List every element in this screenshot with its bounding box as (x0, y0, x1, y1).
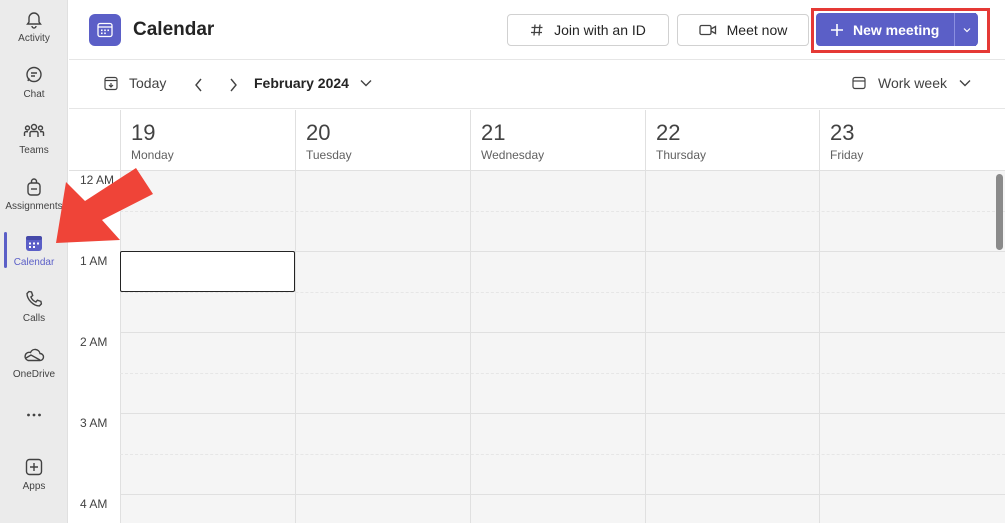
calendar-grid: 19 Monday 20 Tuesday 21 Wednesday 22 Thu… (69, 110, 1005, 523)
day-column-tuesday[interactable] (295, 171, 470, 523)
rail-label: Apps (22, 481, 46, 492)
day-name: Tuesday (306, 148, 352, 162)
hashtag-icon (530, 23, 544, 37)
day-header-friday[interactable]: 23 Friday (819, 110, 1005, 170)
meet-now-label: Meet now (726, 22, 788, 38)
rail-label: Calls (22, 313, 46, 324)
month-picker[interactable]: February 2024 (254, 75, 373, 91)
calendar-view-icon (851, 75, 867, 91)
day-header-wednesday[interactable]: 21 Wednesday (470, 110, 645, 170)
hour-line (120, 332, 1005, 333)
month-label: February 2024 (254, 75, 349, 91)
view-switcher[interactable]: Work week (851, 75, 972, 91)
app-rail: Activity Chat Teams Assignments Calendar… (0, 0, 68, 523)
chevron-right-icon (227, 77, 239, 93)
day-header-thursday[interactable]: 22 Thursday (645, 110, 819, 170)
day-name: Wednesday (481, 148, 545, 162)
bell-icon (23, 8, 45, 30)
day-column-wednesday[interactable] (470, 171, 645, 523)
cloud-icon (23, 344, 45, 366)
hour-line (120, 494, 1005, 495)
video-camera-icon (698, 23, 717, 37)
new-meeting-button[interactable]: New meeting (816, 13, 976, 46)
calendar-app-icon (89, 14, 121, 46)
rail-item-calendar[interactable]: Calendar (0, 224, 68, 280)
day-number: 20 (306, 120, 331, 145)
half-hour-line (120, 454, 1005, 455)
plus-icon (830, 23, 844, 37)
day-number: 22 (656, 120, 681, 145)
half-hour-line (120, 211, 1005, 212)
chevron-down-icon (359, 78, 373, 88)
day-name: Thursday (656, 148, 707, 162)
rail-item-apps[interactable]: Apps (0, 448, 68, 504)
chevron-down-icon (962, 21, 972, 39)
selected-time-slot[interactable] (120, 251, 295, 292)
new-meeting-dropdown[interactable] (954, 13, 978, 46)
calendar-today-icon (103, 75, 119, 91)
join-with-id-label: Join with an ID (554, 22, 646, 38)
rail-label: OneDrive (12, 369, 56, 380)
rail-item-teams[interactable]: Teams (0, 112, 68, 168)
previous-week-button[interactable] (193, 77, 205, 93)
day-number: 21 (481, 120, 506, 145)
time-label: 2 AM (80, 335, 108, 349)
time-label: 1 AM (80, 254, 108, 268)
rail-item-onedrive[interactable]: OneDrive (0, 336, 68, 392)
half-hour-line (120, 292, 1005, 293)
rail-item-activity[interactable]: Activity (0, 0, 68, 56)
time-grid: 12 AM 1 AM 2 AM 3 AM 4 AM (69, 170, 1005, 523)
chevron-left-icon (193, 77, 205, 93)
rail-item-more[interactable] (0, 396, 68, 452)
add-apps-icon (23, 456, 45, 478)
rail-label: Teams (19, 145, 49, 156)
day-header-monday[interactable]: 19 Monday (120, 110, 295, 170)
chevron-down-icon (958, 78, 972, 88)
time-label: 3 AM (80, 416, 108, 430)
day-column-monday[interactable] (120, 171, 295, 523)
rail-label: Chat (23, 89, 45, 100)
day-name: Friday (830, 148, 864, 162)
time-label: 4 AM (80, 497, 108, 511)
meet-now-button[interactable]: Meet now (677, 14, 809, 46)
chat-icon (23, 64, 45, 86)
calendar-toolbar: Today February 2024 Work week (69, 61, 1005, 109)
more-icon (23, 404, 45, 426)
hour-line (120, 413, 1005, 414)
rail-item-calls[interactable]: Calls (0, 280, 68, 336)
view-label: Work week (878, 75, 947, 91)
rail-item-chat[interactable]: Chat (0, 56, 68, 112)
calendar-icon (23, 232, 45, 254)
day-column-friday[interactable] (819, 171, 1005, 523)
day-column-thursday[interactable] (645, 171, 819, 523)
page-title: Calendar (133, 19, 215, 40)
half-hour-line (120, 373, 1005, 374)
rail-item-assignments[interactable]: Assignments (0, 168, 68, 224)
new-meeting-label: New meeting (853, 21, 940, 38)
calendar-header: Calendar Join with an ID Meet now New me… (69, 0, 1005, 60)
day-name: Monday (131, 148, 174, 162)
vertical-scrollbar[interactable] (996, 174, 1003, 250)
rail-label: Activity (18, 33, 50, 44)
teams-icon (23, 120, 45, 142)
day-number: 23 (830, 120, 855, 145)
day-header-tuesday[interactable]: 20 Tuesday (295, 110, 470, 170)
today-label: Today (129, 75, 167, 91)
phone-icon (23, 288, 45, 310)
next-week-button[interactable] (227, 77, 239, 93)
backpack-icon (23, 176, 45, 198)
day-number: 19 (131, 120, 156, 145)
time-label: 12 AM (80, 173, 115, 187)
today-button[interactable]: Today (103, 75, 166, 91)
join-with-id-button[interactable]: Join with an ID (507, 14, 669, 46)
rail-label: Calendar (13, 257, 55, 268)
rail-label: Assignments (5, 201, 63, 212)
